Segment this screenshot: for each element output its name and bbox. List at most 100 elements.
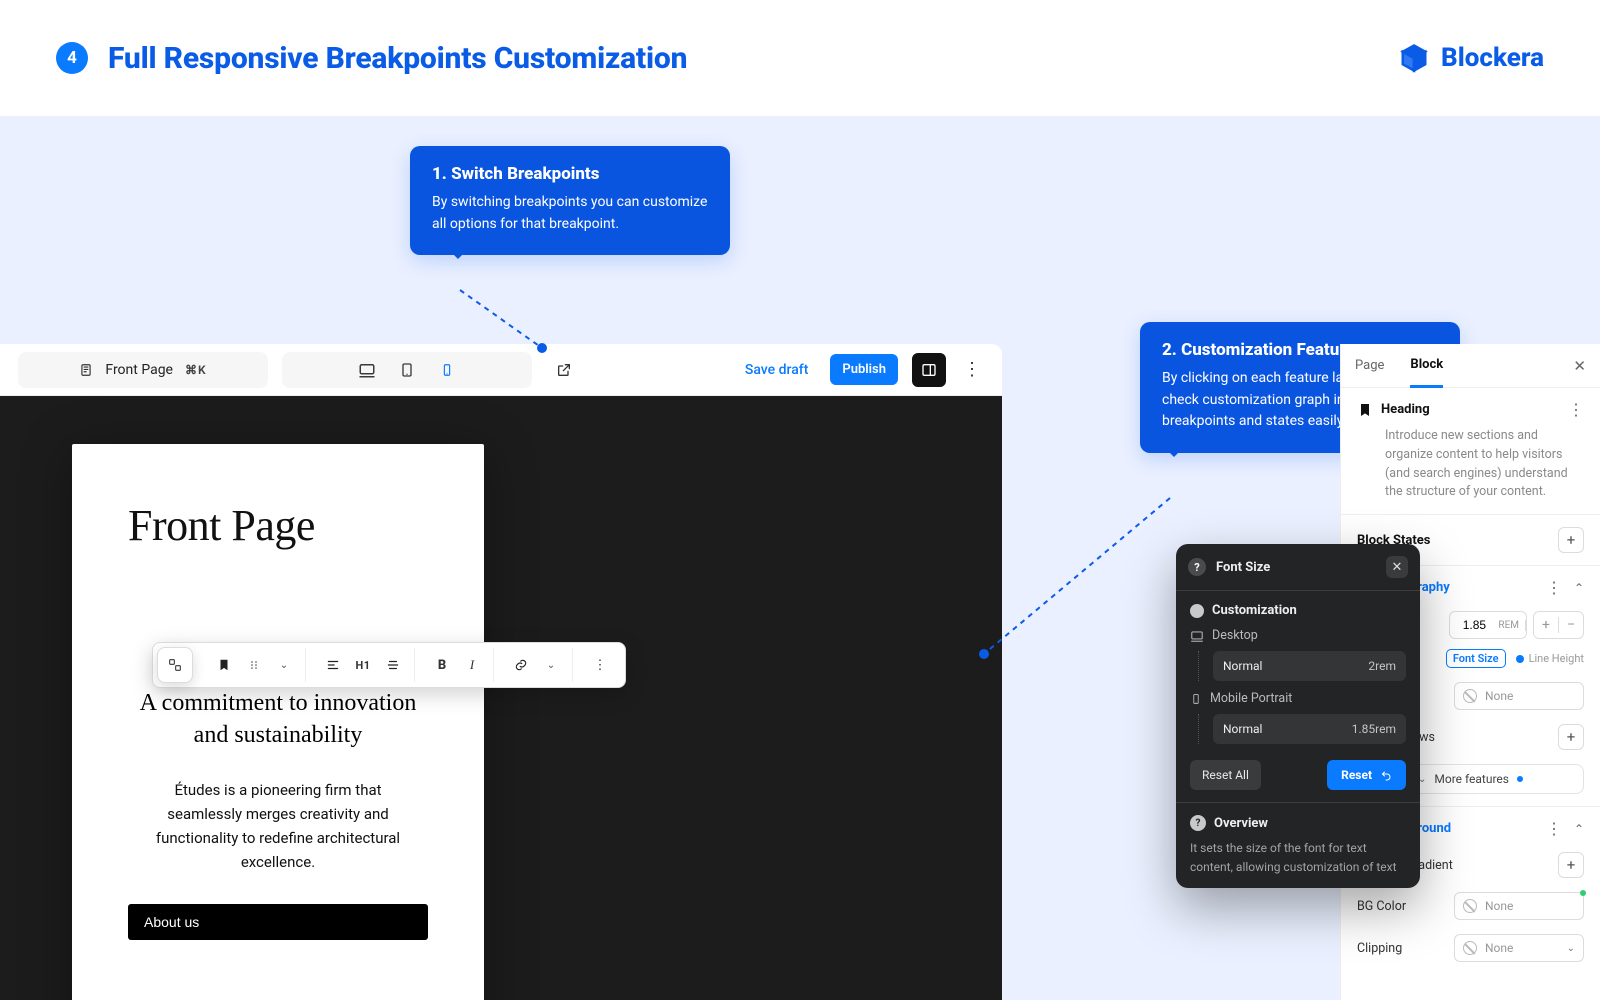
canvas: Front Page A commitment to innovation an… [0, 396, 1002, 1000]
heading-level[interactable]: H1 [350, 652, 376, 678]
step-up[interactable]: + [1534, 617, 1558, 633]
preview-title[interactable]: Front Page [128, 500, 428, 551]
desktop-bp-row: Desktop [1190, 628, 1406, 643]
callout-body: By switching breakpoints you can customi… [432, 192, 708, 235]
document-switcher[interactable]: Front Page ⌘K [18, 352, 268, 388]
add-image-button[interactable]: + [1558, 852, 1584, 878]
size-input[interactable]: REM [1449, 611, 1527, 639]
none-label: None [1485, 689, 1513, 703]
font-size-popover: ? Font Size ✕ Customization Desktop Norm… [1176, 544, 1420, 888]
bold-button[interactable]: B [429, 652, 455, 678]
none-label: None [1485, 941, 1513, 955]
popover-title: Font Size [1216, 560, 1376, 575]
collapse-icon[interactable]: ⌃ [1574, 822, 1584, 836]
toolbar-more-icon[interactable]: ⋮ [587, 652, 613, 678]
chevron-down-icon: ⌄ [1567, 943, 1575, 954]
none-icon [1463, 689, 1477, 703]
preview-subheading[interactable]: A commitment to innovation and sustainab… [128, 687, 428, 752]
caret-icon[interactable]: ⌄ [538, 652, 564, 678]
none-icon [1463, 941, 1477, 955]
connector-line [450, 290, 570, 370]
section-more-icon[interactable]: ⋮ [1546, 578, 1562, 597]
sidebar-toggle-button[interactable] [912, 353, 946, 387]
help-icon[interactable]: ? [1188, 558, 1206, 576]
changed-indicator [1580, 890, 1586, 896]
clipping-label: Clipping [1357, 941, 1402, 956]
step-down[interactable]: − [1559, 617, 1583, 633]
desktop-normal-row[interactable]: Normal 2rem [1213, 651, 1406, 681]
size-stepper[interactable]: + − [1533, 611, 1584, 639]
publish-button[interactable]: Publish [830, 354, 898, 385]
section-more-icon[interactable]: ⋮ [1568, 400, 1584, 419]
more-features-label: More features [1434, 772, 1509, 786]
align-icon[interactable] [320, 652, 346, 678]
reset-all-button[interactable]: Reset All [1190, 760, 1261, 790]
text-color-select[interactable]: None [1454, 682, 1584, 710]
preview-cta-button[interactable]: About us [128, 904, 428, 940]
caret-icon[interactable]: ⌄ [271, 652, 297, 678]
overview-label: Overview [1214, 816, 1268, 831]
heading-label: Heading [1381, 402, 1430, 417]
mobile-preview: Front Page A commitment to innovation an… [72, 444, 484, 1000]
overview-desc: It sets the size of the font for text co… [1190, 839, 1406, 876]
italic-button[interactable]: I [459, 652, 485, 678]
collapse-icon[interactable]: ⌃ [1574, 581, 1584, 595]
text-align-icon[interactable] [380, 652, 406, 678]
line-height-pill[interactable]: Line Height [1516, 652, 1584, 665]
tablet-breakpoint-icon[interactable] [398, 361, 416, 379]
bookmark-icon [1357, 402, 1373, 418]
block-toolbar[interactable]: ⌄ H1 B I ⌄ ⋮ [152, 642, 626, 688]
undo-icon [1380, 769, 1392, 781]
bg-color-select[interactable]: None [1454, 892, 1584, 920]
changed-indicator [1524, 611, 1527, 614]
size-unit[interactable]: REM [1498, 620, 1526, 631]
close-panel-icon[interactable]: ✕ [1573, 357, 1586, 375]
section-heading-info: Heading ⋮ Introduce new sections and org… [1341, 388, 1600, 515]
info-icon: ? [1190, 815, 1206, 831]
step-badge: 4 [56, 42, 88, 74]
callout-switch-breakpoints: 1. Switch Breakpoints By switching break… [410, 146, 730, 255]
section-more-icon[interactable]: ⋮ [1546, 819, 1562, 838]
none-icon [1463, 899, 1477, 913]
connector-line [980, 498, 1190, 658]
state-name: Normal [1223, 659, 1262, 673]
tab-page[interactable]: Page [1355, 358, 1384, 373]
more-menu-icon[interactable]: ⋮ [960, 359, 984, 380]
state-value: 2rem [1368, 659, 1396, 673]
save-draft-button[interactable]: Save draft [737, 356, 817, 384]
preview-paragraph[interactable]: Études is a pioneering firm that seamles… [138, 778, 418, 874]
size-value[interactable] [1450, 618, 1498, 632]
link-button[interactable] [508, 652, 534, 678]
none-label: None [1485, 899, 1513, 913]
brand: Blockera [1399, 43, 1544, 73]
page-title: Full Responsive Breakpoints Customizatio… [108, 41, 687, 76]
shortcut-hint: ⌘K [185, 363, 207, 377]
state-value: 1.85rem [1352, 722, 1396, 736]
add-state-button[interactable]: + [1558, 527, 1584, 553]
mobile-normal-row[interactable]: Normal 1.85rem [1213, 714, 1406, 744]
close-icon[interactable]: ✕ [1386, 556, 1408, 578]
gear-icon [1190, 604, 1204, 618]
document-title: Front Page [105, 362, 173, 378]
tab-block[interactable]: Block [1410, 344, 1443, 388]
drag-handle[interactable] [157, 647, 193, 683]
font-size-pill[interactable]: Font Size [1446, 649, 1506, 668]
state-name: Normal [1223, 722, 1262, 736]
add-shadow-button[interactable]: + [1558, 724, 1584, 750]
clipping-select[interactable]: None ⌄ [1454, 934, 1584, 962]
bg-color-label: BG Color [1357, 899, 1406, 914]
inspector-tabs: Page Block ✕ [1341, 344, 1600, 388]
heading-desc: Introduce new sections and organize cont… [1385, 427, 1584, 502]
drag-icon[interactable] [241, 652, 267, 678]
desktop-breakpoint-icon[interactable] [358, 361, 376, 379]
callout-title: 1. Switch Breakpoints [432, 164, 708, 184]
brand-cube-icon [1399, 43, 1429, 73]
hero-bar: 4 Full Responsive Breakpoints Customizat… [0, 0, 1600, 116]
indicator-dot [1517, 776, 1523, 782]
mobile-icon [1190, 692, 1202, 706]
customization-label: Customization [1212, 603, 1297, 618]
desktop-icon [1190, 629, 1204, 643]
brand-name: Blockera [1441, 43, 1544, 73]
reset-button[interactable]: Reset [1327, 760, 1406, 790]
bookmark-icon[interactable] [211, 652, 237, 678]
